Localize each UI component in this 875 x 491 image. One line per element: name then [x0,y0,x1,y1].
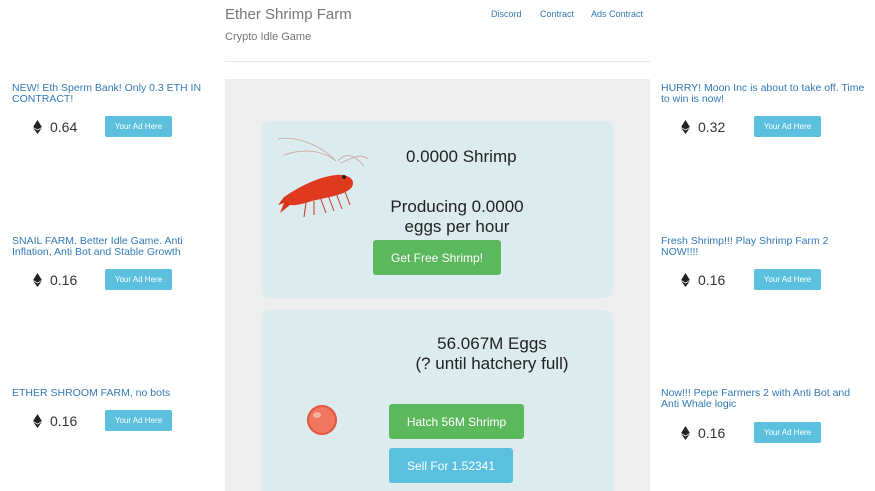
hatchery-full-time: (? until hatchery full) [415,354,569,373]
ad-link[interactable]: HURRY! Moon Inc is about to take off. Ti… [661,83,866,105]
nav-ads-contract-link[interactable]: Ads Contract [591,9,643,19]
game-panel: 0.0000 Shrimp Producing 0.0000 eggs per … [225,79,650,491]
ethereum-icon [33,273,42,287]
ethereum-icon [33,120,42,134]
header-divider [225,61,650,62]
ad-left-1: NEW! Eth Sperm Bank! Only 0.3 ETH IN CON… [12,83,217,105]
hatch-shrimp-button[interactable]: Hatch 56M Shrimp [389,404,524,439]
eggs-count: 56.067M Eggs (? until hatchery full) [372,334,612,374]
nav-contract-link[interactable]: Contract [540,9,574,19]
your-ad-here-button[interactable]: Your Ad Here [754,116,821,137]
ad-price: 0.16 [698,272,726,288]
ad-price: 0.64 [50,119,78,135]
ad-right-3-price: 0.16 [681,425,725,441]
ad-price: 0.16 [698,425,726,441]
ethereum-icon [681,426,690,440]
your-ad-here-button[interactable]: Your Ad Here [105,116,172,137]
ad-right-2: Fresh Shrimp!!! Play Shrimp Farm 2 NOW!!… [661,236,866,258]
ad-left-1-price: 0.64 [33,119,77,135]
hatchery-card: 56.067M Eggs (? until hatchery full) Hat… [262,310,613,491]
ethereum-icon [681,273,690,287]
ad-left-3-price: 0.16 [33,413,77,429]
shrimp-count: 0.0000 Shrimp [406,147,517,166]
ad-price: 0.32 [698,119,726,135]
ad-right-2-price: 0.16 [681,272,725,288]
ethereum-icon [33,414,42,428]
get-free-shrimp-button[interactable]: Get Free Shrimp! [373,240,501,275]
ad-right-1: HURRY! Moon Inc is about to take off. Ti… [661,83,866,105]
your-ad-here-button[interactable]: Your Ad Here [105,269,172,290]
page-subtitle: Crypto Idle Game [225,31,312,43]
ad-link[interactable]: SNAIL FARM. Better Idle Game. Anti Infla… [12,236,217,258]
ad-right-1-price: 0.32 [681,119,725,135]
your-ad-here-button[interactable]: Your Ad Here [105,410,172,431]
your-ad-here-button[interactable]: Your Ad Here [754,422,821,443]
ad-price: 0.16 [50,413,78,429]
ad-link[interactable]: NEW! Eth Sperm Bank! Only 0.3 ETH IN CON… [12,83,217,105]
eggs-total: 56.067M Eggs [437,334,547,353]
ad-left-2: SNAIL FARM. Better Idle Game. Anti Infla… [12,236,217,258]
page-title: Ether Shrimp Farm [225,6,352,23]
ad-link[interactable]: Now!!! Pepe Farmers 2 with Anti Bot and … [661,388,866,410]
ad-left-2-price: 0.16 [33,272,77,288]
egg-icon [307,405,337,435]
ad-link[interactable]: ETHER SHROOM FARM, no bots [12,388,217,399]
ad-link[interactable]: Fresh Shrimp!!! Play Shrimp Farm 2 NOW!!… [661,236,866,258]
ad-price: 0.16 [50,272,78,288]
ethereum-icon [681,120,690,134]
shrimp-icon [277,137,369,218]
ad-left-3: ETHER SHROOM FARM, no bots [12,388,217,399]
farm-card: 0.0000 Shrimp Producing 0.0000 eggs per … [262,121,613,298]
nav-discord-link[interactable]: Discord [491,9,522,19]
ad-right-3: Now!!! Pepe Farmers 2 with Anti Bot and … [661,388,866,410]
production-rate: Producing 0.0000 eggs per hour [390,197,524,236]
sell-eggs-button[interactable]: Sell For 1.52341 [389,448,513,483]
your-ad-here-button[interactable]: Your Ad Here [754,269,821,290]
